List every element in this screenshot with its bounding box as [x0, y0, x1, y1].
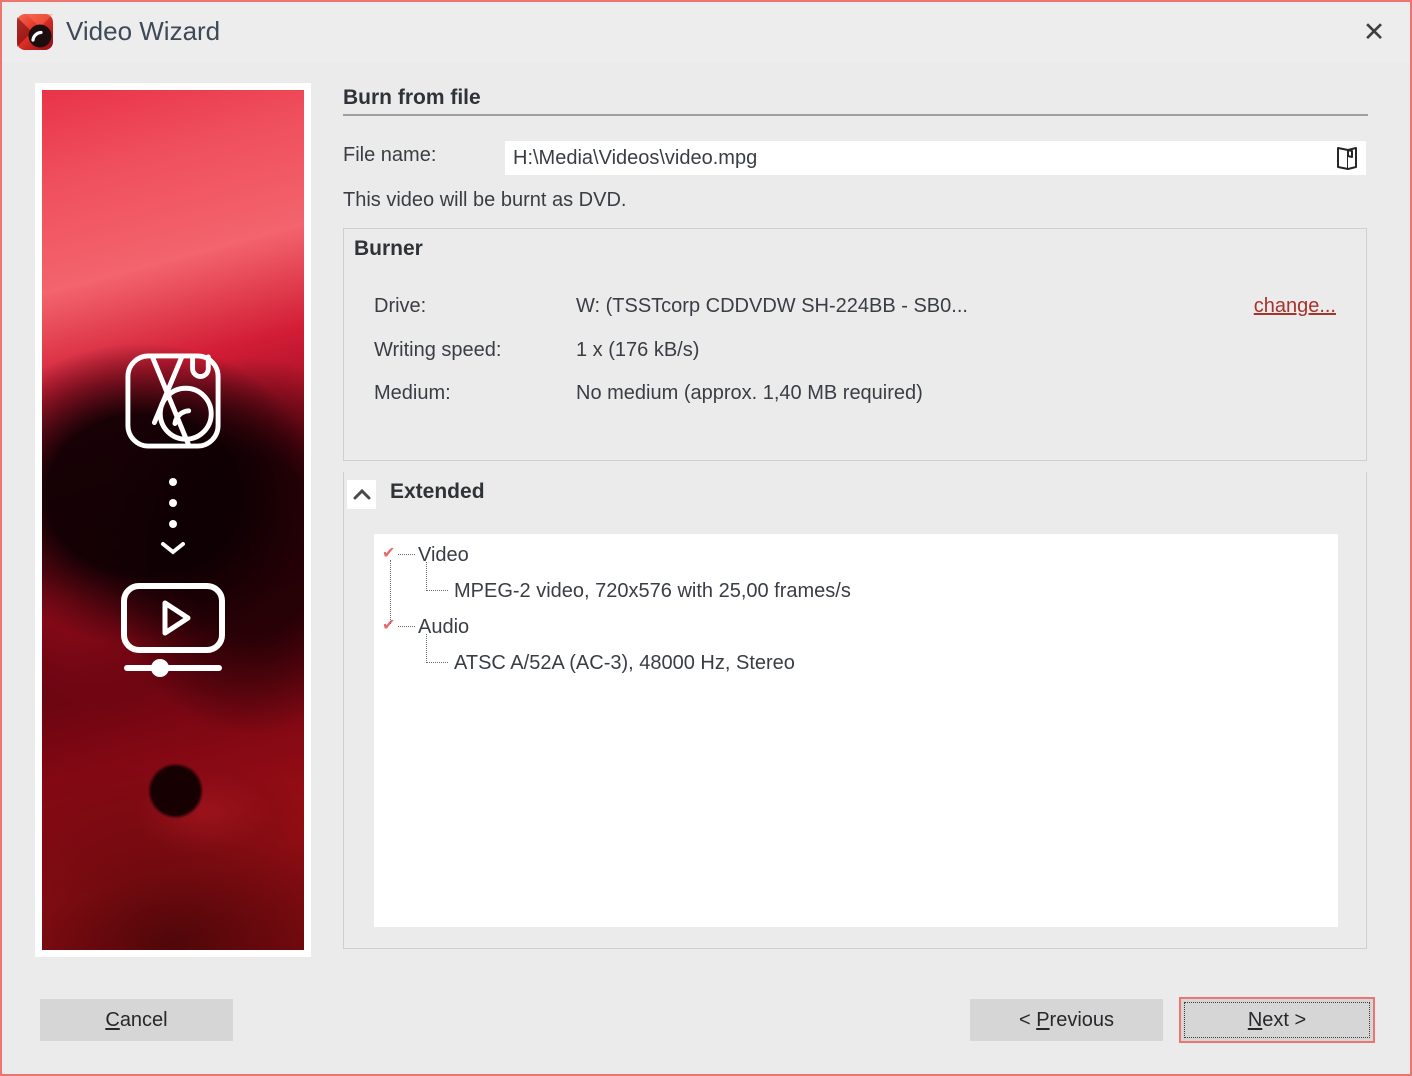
- burn-note: This video will be burnt as DVD.: [343, 189, 627, 211]
- tree-item-video-detail[interactable]: MPEG-2 video, 720x576 with 25,00 frames/…: [454, 578, 851, 604]
- open-folder-icon[interactable]: [1334, 144, 1360, 172]
- burner-group-title: Burner: [354, 237, 423, 260]
- change-drive-link[interactable]: change...: [1254, 295, 1336, 318]
- tree-item-audio-detail[interactable]: ATSC A/52A (AC-3), 48000 Hz, Stereo: [454, 650, 795, 676]
- chevron-up-icon[interactable]: [347, 480, 376, 509]
- tree-connector: [398, 554, 415, 555]
- window-title: Video Wizard: [66, 16, 221, 46]
- flower-photo: [42, 90, 304, 950]
- medium-value: No medium (approx. 1,40 MB required): [576, 382, 923, 404]
- tree-item-audio[interactable]: Audio: [418, 614, 469, 640]
- video-player-icon: [42, 582, 304, 684]
- previous-button[interactable]: < Previous: [970, 999, 1163, 1041]
- title-bar: Video Wizard ✕: [2, 2, 1410, 62]
- stream-info-tree: ✔ ✔ Video MPEG-2 video, 720x576 with 25,…: [374, 534, 1338, 927]
- cancel-button[interactable]: Cancel: [40, 999, 233, 1041]
- writing-speed-value: 1 x (176 kB/s): [576, 339, 700, 361]
- next-button[interactable]: Next >: [1179, 997, 1375, 1043]
- close-icon[interactable]: ✕: [1356, 14, 1392, 50]
- heading-divider: [343, 114, 1368, 116]
- app-logo-icon: [16, 13, 54, 51]
- extended-group-title: Extended: [390, 480, 485, 503]
- drive-label: Drive:: [374, 295, 427, 317]
- file-name-label: File name:: [343, 144, 437, 166]
- tree-item-video[interactable]: Video: [418, 542, 469, 568]
- file-name-input[interactable]: [505, 141, 1366, 175]
- dots-down-arrow-icon: [42, 478, 304, 555]
- tree-connector: [390, 560, 391, 624]
- video-wizard-dialog: Video Wizard ✕ Burn from file File name:…: [0, 0, 1412, 1076]
- burner-group: Burner Drive: W: (TSSTcorp CDDVDW SH-224…: [343, 228, 1367, 461]
- drive-value: W: (TSSTcorp CDDVDW SH-224BB - SB0...: [576, 295, 968, 317]
- extended-group: Extended ✔ ✔ Video MPEG-2 video, 720x576…: [343, 472, 1367, 949]
- medium-label: Medium:: [374, 382, 451, 404]
- tree-connector: [398, 626, 415, 627]
- page-title: Burn from file: [343, 86, 481, 109]
- wizard-artwork-panel: [35, 83, 311, 957]
- photo-logo-icon: [125, 353, 221, 449]
- writing-speed-label: Writing speed:: [374, 339, 502, 361]
